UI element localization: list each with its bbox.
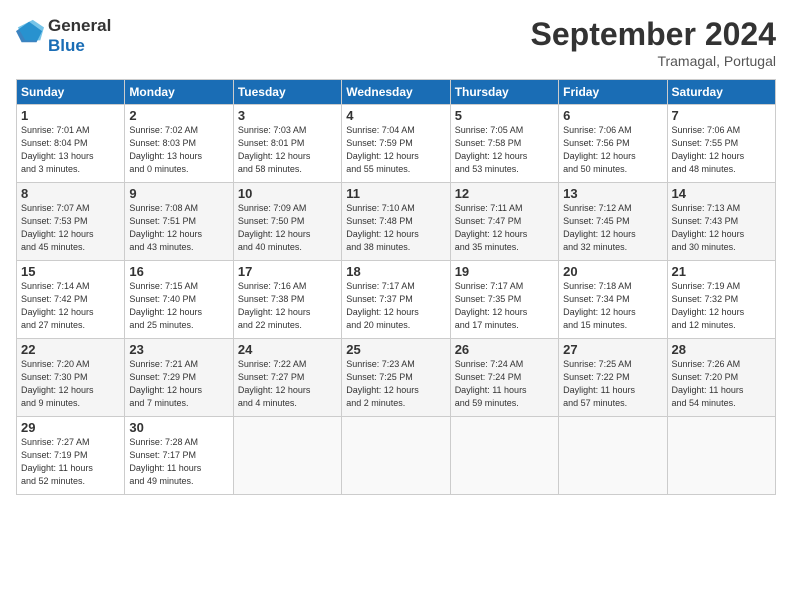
day-6: 6 Sunrise: 7:06 AMSunset: 7:56 PMDayligh… bbox=[559, 105, 667, 183]
logo-text: General Blue bbox=[48, 16, 111, 55]
empty-cell-2 bbox=[342, 417, 450, 495]
day-26: 26 Sunrise: 7:24 AMSunset: 7:24 PMDaylig… bbox=[450, 339, 558, 417]
week-row-5: 29 Sunrise: 7:27 AMSunset: 7:19 PMDaylig… bbox=[17, 417, 776, 495]
day-29: 29 Sunrise: 7:27 AMSunset: 7:19 PMDaylig… bbox=[17, 417, 125, 495]
logo: General Blue bbox=[16, 16, 111, 55]
week-row-4: 22 Sunrise: 7:20 AMSunset: 7:30 PMDaylig… bbox=[17, 339, 776, 417]
logo-icon bbox=[16, 18, 44, 46]
header: General Blue September 2024 Tramagal, Po… bbox=[16, 16, 776, 69]
day-27: 27 Sunrise: 7:25 AMSunset: 7:22 PMDaylig… bbox=[559, 339, 667, 417]
day-1: 1 Sunrise: 7:01 AMSunset: 8:04 PMDayligh… bbox=[17, 105, 125, 183]
day-21: 21 Sunrise: 7:19 AMSunset: 7:32 PMDaylig… bbox=[667, 261, 775, 339]
header-thursday: Thursday bbox=[450, 80, 558, 105]
day-28: 28 Sunrise: 7:26 AMSunset: 7:20 PMDaylig… bbox=[667, 339, 775, 417]
day-10: 10 Sunrise: 7:09 AMSunset: 7:50 PMDaylig… bbox=[233, 183, 341, 261]
day-25: 25 Sunrise: 7:23 AMSunset: 7:25 PMDaylig… bbox=[342, 339, 450, 417]
week-row-2: 8 Sunrise: 7:07 AMSunset: 7:53 PMDayligh… bbox=[17, 183, 776, 261]
header-friday: Friday bbox=[559, 80, 667, 105]
day-3: 3 Sunrise: 7:03 AMSunset: 8:01 PMDayligh… bbox=[233, 105, 341, 183]
day-30: 30 Sunrise: 7:28 AMSunset: 7:17 PMDaylig… bbox=[125, 417, 233, 495]
day-18: 18 Sunrise: 7:17 AMSunset: 7:37 PMDaylig… bbox=[342, 261, 450, 339]
day-22: 22 Sunrise: 7:20 AMSunset: 7:30 PMDaylig… bbox=[17, 339, 125, 417]
day-14: 14 Sunrise: 7:13 AMSunset: 7:43 PMDaylig… bbox=[667, 183, 775, 261]
day-19: 19 Sunrise: 7:17 AMSunset: 7:35 PMDaylig… bbox=[450, 261, 558, 339]
empty-cell-4 bbox=[559, 417, 667, 495]
day-13: 13 Sunrise: 7:12 AMSunset: 7:45 PMDaylig… bbox=[559, 183, 667, 261]
day-5: 5 Sunrise: 7:05 AMSunset: 7:58 PMDayligh… bbox=[450, 105, 558, 183]
header-monday: Monday bbox=[125, 80, 233, 105]
calendar-page: General Blue September 2024 Tramagal, Po… bbox=[0, 0, 792, 612]
weekday-header-row: Sunday Monday Tuesday Wednesday Thursday… bbox=[17, 80, 776, 105]
week-row-3: 15 Sunrise: 7:14 AMSunset: 7:42 PMDaylig… bbox=[17, 261, 776, 339]
day-8: 8 Sunrise: 7:07 AMSunset: 7:53 PMDayligh… bbox=[17, 183, 125, 261]
day-16: 16 Sunrise: 7:15 AMSunset: 7:40 PMDaylig… bbox=[125, 261, 233, 339]
location: Tramagal, Portugal bbox=[531, 53, 776, 69]
day-4: 4 Sunrise: 7:04 AMSunset: 7:59 PMDayligh… bbox=[342, 105, 450, 183]
header-saturday: Saturday bbox=[667, 80, 775, 105]
day-12: 12 Sunrise: 7:11 AMSunset: 7:47 PMDaylig… bbox=[450, 183, 558, 261]
day-17: 17 Sunrise: 7:16 AMSunset: 7:38 PMDaylig… bbox=[233, 261, 341, 339]
header-tuesday: Tuesday bbox=[233, 80, 341, 105]
title-block: September 2024 Tramagal, Portugal bbox=[531, 16, 776, 69]
header-sunday: Sunday bbox=[17, 80, 125, 105]
week-row-1: 1 Sunrise: 7:01 AMSunset: 8:04 PMDayligh… bbox=[17, 105, 776, 183]
day-9: 9 Sunrise: 7:08 AMSunset: 7:51 PMDayligh… bbox=[125, 183, 233, 261]
day-24: 24 Sunrise: 7:22 AMSunset: 7:27 PMDaylig… bbox=[233, 339, 341, 417]
calendar-table: Sunday Monday Tuesday Wednesday Thursday… bbox=[16, 79, 776, 495]
month-title: September 2024 bbox=[531, 16, 776, 53]
empty-cell-5 bbox=[667, 417, 775, 495]
empty-cell-1 bbox=[233, 417, 341, 495]
header-wednesday: Wednesday bbox=[342, 80, 450, 105]
day-20: 20 Sunrise: 7:18 AMSunset: 7:34 PMDaylig… bbox=[559, 261, 667, 339]
day-2: 2 Sunrise: 7:02 AMSunset: 8:03 PMDayligh… bbox=[125, 105, 233, 183]
empty-cell-3 bbox=[450, 417, 558, 495]
day-7: 7 Sunrise: 7:06 AMSunset: 7:55 PMDayligh… bbox=[667, 105, 775, 183]
day-23: 23 Sunrise: 7:21 AMSunset: 7:29 PMDaylig… bbox=[125, 339, 233, 417]
day-11: 11 Sunrise: 7:10 AMSunset: 7:48 PMDaylig… bbox=[342, 183, 450, 261]
day-15: 15 Sunrise: 7:14 AMSunset: 7:42 PMDaylig… bbox=[17, 261, 125, 339]
